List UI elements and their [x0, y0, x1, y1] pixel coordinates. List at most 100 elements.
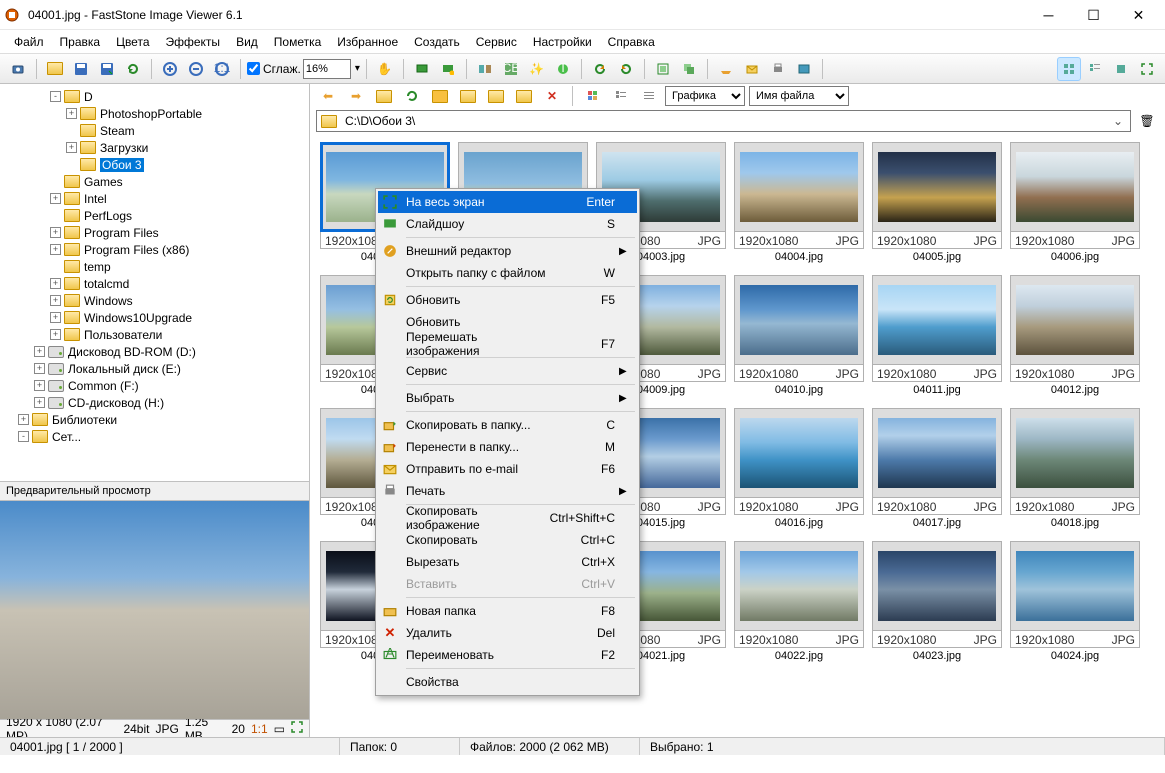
resize-canvas-icon[interactable] — [651, 57, 675, 81]
open-icon[interactable] — [43, 57, 67, 81]
context-menu-item[interactable]: Сервис▶ — [378, 360, 637, 382]
save-as-icon[interactable] — [95, 57, 119, 81]
copy-to-folder-icon[interactable] — [484, 84, 508, 108]
move-to-folder-icon[interactable] — [512, 84, 536, 108]
tree-item[interactable]: PerfLogs — [2, 207, 307, 224]
nav-fwd-icon[interactable]: ➡ — [344, 84, 368, 108]
menu-эффекты[interactable]: Эффекты — [158, 32, 229, 52]
smooth-checkbox[interactable]: Сглаж. — [247, 62, 301, 76]
thumbnail[interactable]: 1920x1080JPG04005.jpg — [872, 142, 1002, 269]
email-icon[interactable] — [740, 57, 764, 81]
rotate-right-icon[interactable] — [614, 57, 638, 81]
context-menu-item[interactable]: СлайдшоуS — [378, 213, 637, 235]
tool-color-sb-icon[interactable]: СВ — [499, 57, 523, 81]
context-menu-item[interactable]: Скопировать изображениеCtrl+Shift+C — [378, 507, 637, 529]
menu-сервис[interactable]: Сервис — [468, 32, 525, 52]
thumbnail[interactable]: 1920x1080JPG04016.jpg — [734, 408, 864, 535]
tree-item[interactable]: +Библиотеки — [2, 411, 307, 428]
thumbnail[interactable]: 1920x1080JPG04012.jpg — [1010, 275, 1140, 402]
tree-item[interactable]: -Сет... — [2, 428, 307, 445]
menu-цвета[interactable]: Цвета — [108, 32, 157, 52]
tree-item[interactable]: +Common (F:) — [2, 377, 307, 394]
view-thumbs2-icon[interactable] — [609, 84, 633, 108]
context-menu-item[interactable]: Печать▶ — [378, 480, 637, 502]
context-menu-item[interactable]: Внешний редактор▶ — [378, 240, 637, 262]
context-menu-item[interactable]: ВырезатьCtrl+X — [378, 551, 637, 573]
thumbnail[interactable]: 1920x1080JPG04011.jpg — [872, 275, 1002, 402]
menu-правка[interactable]: Правка — [52, 32, 109, 52]
context-menu-item[interactable]: ОбновитьF5 — [378, 289, 637, 311]
context-menu-item[interactable]: Выбрать▶ — [378, 387, 637, 409]
menu-создать[interactable]: Создать — [406, 32, 468, 52]
tree-item[interactable]: +PhotoshopPortable — [2, 105, 307, 122]
tree-item[interactable]: +Загрузки — [2, 139, 307, 156]
delete-icon[interactable]: ✕ — [540, 84, 564, 108]
tree-item[interactable]: Steam — [2, 122, 307, 139]
context-menu-item[interactable]: Перенести в папку...M — [378, 436, 637, 458]
thumbnail[interactable]: 1920x1080JPG04018.jpg — [1010, 408, 1140, 535]
thumbnail[interactable]: 1920x1080JPG04022.jpg — [734, 541, 864, 668]
tree-item[interactable]: +Windows — [2, 292, 307, 309]
new-folder-icon[interactable] — [456, 84, 480, 108]
preview-area[interactable] — [0, 501, 309, 719]
acquire-icon[interactable] — [6, 57, 30, 81]
zoom-out-icon[interactable] — [184, 57, 208, 81]
slideshow-add-icon[interactable] — [436, 57, 460, 81]
tree-item[interactable]: +Program Files (x86) — [2, 241, 307, 258]
context-menu-item[interactable]: Открыть папку с файломW — [378, 262, 637, 284]
slideshow-icon[interactable] — [410, 57, 434, 81]
fullscreen-icon[interactable] — [1135, 57, 1159, 81]
hand-tool-icon[interactable]: ✋ — [373, 57, 397, 81]
nav-back-icon[interactable]: ⬅ — [316, 84, 340, 108]
context-menu-item[interactable]: Перемешать изображенияF7 — [378, 333, 637, 355]
wallpaper-icon[interactable] — [792, 57, 816, 81]
view-single-icon[interactable] — [1109, 57, 1133, 81]
tree-item[interactable]: +Program Files — [2, 224, 307, 241]
context-menu-item[interactable]: На весь экранEnter — [378, 191, 637, 213]
thumbnail[interactable]: 1920x1080JPG04017.jpg — [872, 408, 1002, 535]
print-icon[interactable] — [766, 57, 790, 81]
sort-select[interactable]: Имя файла — [749, 86, 849, 106]
thumbnail[interactable]: 1920x1080JPG04006.jpg — [1010, 142, 1140, 269]
menu-пометка[interactable]: Пометка — [266, 32, 330, 52]
tree-item[interactable]: +Intel — [2, 190, 307, 207]
text-icon[interactable]: T — [551, 57, 575, 81]
tree-item[interactable]: +Локальный диск (E:) — [2, 360, 307, 377]
view-grid-icon[interactable] — [581, 84, 605, 108]
save-icon[interactable] — [69, 57, 93, 81]
clone-image-icon[interactable] — [677, 57, 701, 81]
close-button[interactable]: ✕ — [1116, 1, 1161, 29]
tree-item[interactable]: Games — [2, 173, 307, 190]
preview-fit-icon[interactable]: ▭ — [274, 722, 285, 736]
tool-compare-icon[interactable] — [473, 57, 497, 81]
menu-файл[interactable]: Файл — [6, 32, 52, 52]
rotate-left-icon[interactable] — [588, 57, 612, 81]
menu-настройки[interactable]: Настройки — [525, 32, 600, 52]
view-details-icon[interactable] — [1083, 57, 1107, 81]
zoom-in-icon[interactable] — [158, 57, 182, 81]
context-menu-item[interactable]: AПереименоватьF2 — [378, 644, 637, 666]
favorite-folder-icon[interactable] — [428, 84, 452, 108]
address-history-icon[interactable]: ⌄ — [1110, 114, 1126, 128]
zoom-actual-icon[interactable]: 1:1 — [210, 57, 234, 81]
nav-up-icon[interactable] — [372, 84, 396, 108]
tree-item[interactable]: -D — [2, 88, 307, 105]
maximize-button[interactable]: ☐ — [1071, 1, 1116, 29]
context-menu-item[interactable]: Свойства — [378, 671, 637, 693]
thumbnail[interactable]: 1920x1080JPG04004.jpg — [734, 142, 864, 269]
minimize-button[interactable]: ─ — [1026, 1, 1071, 29]
address-bar[interactable]: C:\D\Обои 3\ ⌄ — [316, 110, 1131, 132]
menu-справка[interactable]: Справка — [600, 32, 663, 52]
filter-select[interactable]: Графика — [665, 86, 745, 106]
effects-icon[interactable]: ✨ — [525, 57, 549, 81]
nav-refresh-icon[interactable] — [400, 84, 424, 108]
menu-избранное[interactable]: Избранное — [329, 32, 406, 52]
menu-вид[interactable]: Вид — [228, 32, 266, 52]
thumbnail[interactable]: 1920x1080JPG04010.jpg — [734, 275, 864, 402]
tree-item[interactable]: +totalcmd — [2, 275, 307, 292]
tree-item[interactable]: Обои 3 — [2, 156, 307, 173]
tree-item[interactable]: +CD-дисковод (H:) — [2, 394, 307, 411]
tree-item[interactable]: temp — [2, 258, 307, 275]
tree-item[interactable]: +Дисковод BD-ROM (D:) — [2, 343, 307, 360]
tree-item[interactable]: +Windows10Upgrade — [2, 309, 307, 326]
